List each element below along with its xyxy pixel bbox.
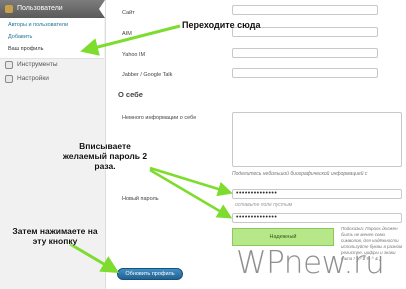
confirm-password-field[interactable]: ••••••••••••••	[232, 213, 402, 223]
watermark: WPnew.ru	[236, 245, 385, 281]
current-menu-pointer-icon	[99, 0, 105, 18]
submenu-your-profile[interactable]: Ваш профиль	[8, 46, 43, 52]
password-strength-indicator: Надежный	[232, 228, 334, 246]
about-section-title: О себе	[118, 90, 143, 99]
annotation-press-button: Затем нажимаете на эту кнопку	[12, 226, 98, 246]
yahoo-label: Yahoo IM	[122, 52, 146, 58]
annotation-enter-password: Вписываете желаемый пароль 2 раза.	[62, 141, 148, 171]
sidebar-item-label: Настройки	[17, 75, 49, 82]
new-password-field[interactable]: ••••••••••••••	[232, 189, 402, 199]
users-submenu: Авторы и пользователи Добавить Ваш профи…	[0, 18, 104, 59]
sidebar-item-users[interactable]: Пользователи	[0, 0, 105, 18]
jabber-label: Jabber / Google Talk	[122, 72, 173, 78]
submenu-all-users[interactable]: Авторы и пользователи	[8, 22, 68, 28]
users-icon	[5, 5, 13, 13]
sidebar-item-label: Пользователи	[17, 5, 63, 12]
bio-hint: Поделитесь небольшой биографической инфо…	[232, 171, 368, 177]
yahoo-field[interactable]	[232, 48, 378, 58]
wrench-icon	[5, 61, 13, 69]
site-field[interactable]	[232, 5, 378, 15]
jabber-field[interactable]	[232, 68, 378, 78]
site-label: Сайт	[122, 10, 135, 16]
sidebar-item-settings[interactable]: Настройки	[0, 72, 105, 86]
submenu-add-new[interactable]: Добавить	[8, 34, 32, 40]
sidebar-item-tools[interactable]: Инструменты	[0, 58, 105, 72]
update-profile-button[interactable]: Обновить профиль	[117, 268, 183, 280]
aim-label: AIM	[122, 31, 132, 37]
settings-icon	[5, 75, 13, 83]
bio-textarea[interactable]	[232, 112, 402, 167]
password-hint: оставьте поле пустым	[235, 202, 293, 208]
arrow-to-password-2	[149, 168, 233, 219]
annotation-go-here: Переходите сюда	[182, 20, 261, 30]
sidebar-item-label: Инструменты	[17, 61, 58, 68]
bio-label: Немного информации о себе	[122, 115, 197, 121]
arrow-to-password-1	[149, 166, 233, 197]
new-password-label: Новый пароль	[122, 196, 159, 202]
